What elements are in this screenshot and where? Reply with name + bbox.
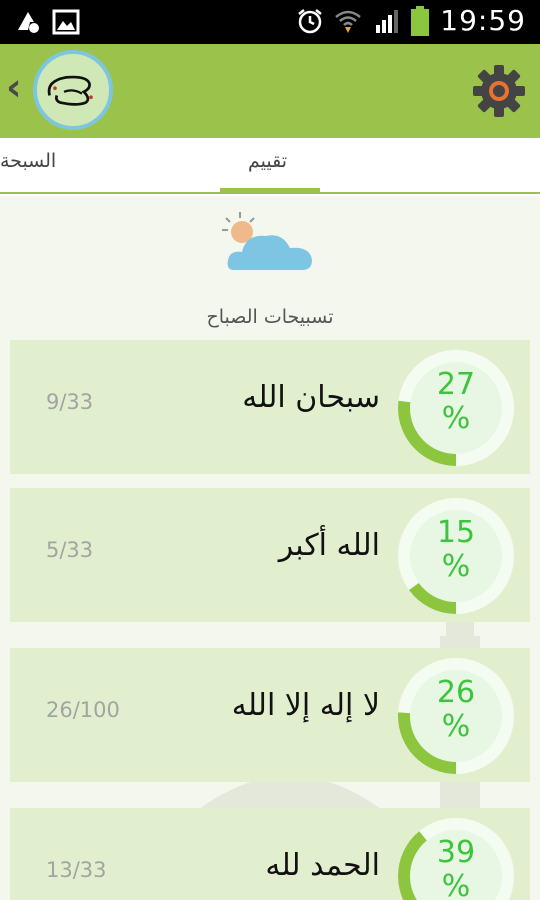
percent-label: 26 %	[396, 656, 516, 776]
list-item[interactable]: 26/100 لا إله إلا الله 26 %	[10, 648, 530, 782]
list-item[interactable]: 9/33 سبحان الله 27 %	[10, 340, 530, 474]
app-bar: ‹	[0, 44, 540, 138]
percent-sign: %	[441, 549, 471, 584]
app-logo[interactable]	[33, 50, 113, 130]
content-area[interactable]: تسبيحات الصباح 9/33 سبحان الله 27 % 5/33…	[0, 196, 540, 900]
percent-value: 26	[436, 675, 476, 710]
percent-sign: %	[441, 709, 471, 744]
percent-value: 27	[436, 367, 476, 402]
list-item[interactable]: 5/33 الله أكبر 15 %	[10, 488, 530, 622]
alarm-icon	[298, 8, 323, 33]
tab-bar: السبحة تقييم	[0, 138, 540, 194]
percent-sign: %	[441, 401, 471, 436]
tab-sebha[interactable]: السبحة	[0, 150, 56, 172]
section-title: تسبيحات الصباح	[206, 306, 334, 328]
percent-value: 39	[436, 835, 476, 870]
image-icon	[52, 9, 80, 35]
tab-rating[interactable]: تقييم	[248, 150, 287, 172]
logo-mark-icon	[47, 75, 93, 106]
dhikr-label: الحمد لله	[265, 848, 380, 883]
status-time: 19:59	[440, 4, 526, 37]
gear-icon[interactable]	[472, 64, 526, 118]
percent-value: 15	[436, 515, 476, 550]
weather-sun-cloud-icon	[222, 212, 312, 270]
signal-icon	[376, 9, 399, 33]
tab-indicator	[220, 188, 320, 192]
count-label: 5/33	[46, 538, 94, 562]
wifi-icon	[335, 10, 362, 33]
dhikr-label: لا إله إلا الله	[231, 688, 380, 723]
count-label: 13/33	[46, 858, 107, 882]
dhikr-label: سبحان الله	[242, 380, 380, 415]
percent-sign: %	[441, 869, 471, 900]
count-label: 26/100	[46, 698, 120, 722]
percent-label: 15 %	[396, 496, 516, 616]
percent-label: 27 %	[396, 348, 516, 468]
percent-label: 39 %	[396, 816, 516, 900]
notification-icon	[18, 12, 39, 33]
list-item[interactable]: 13/33 الحمد لله 39 %	[10, 808, 530, 900]
dhikr-label: الله أكبر	[278, 528, 380, 563]
count-label: 9/33	[46, 390, 94, 414]
status-bar: 19:59	[0, 0, 540, 44]
battery-icon	[411, 5, 430, 36]
chevron-left-icon[interactable]: ‹	[6, 68, 22, 106]
